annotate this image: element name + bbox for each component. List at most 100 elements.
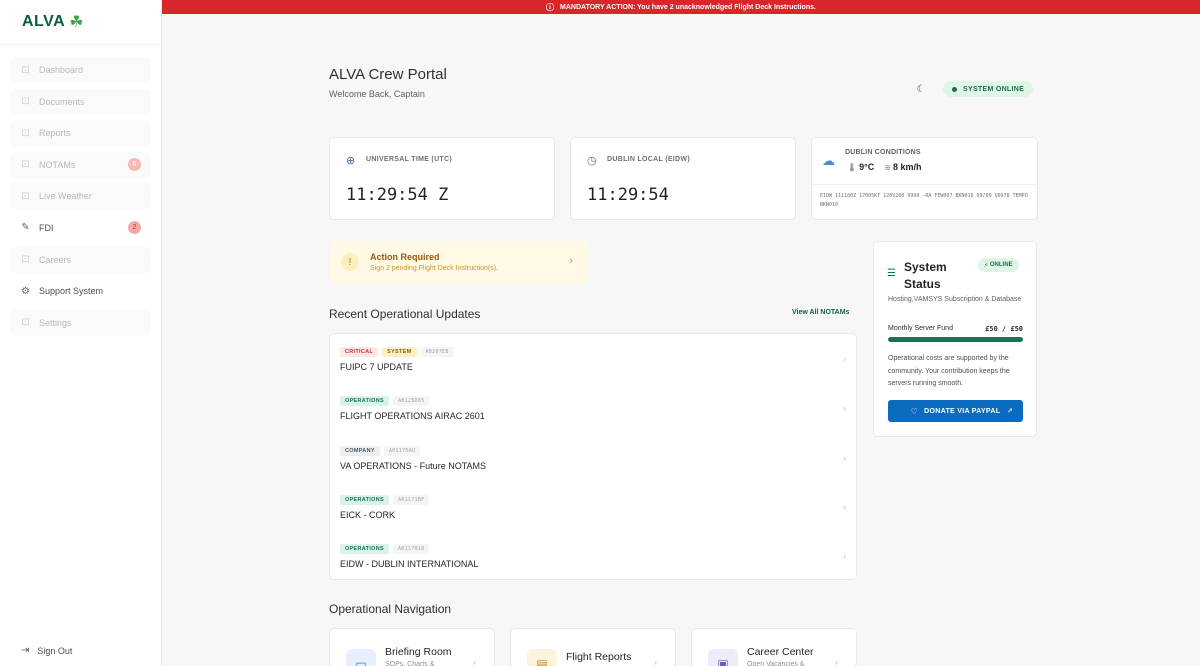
nav-card-subtitle: Open Vacancies & [747,661,805,666]
update-row[interactable]: OPERATIONS A01171BF EICK - CORK › [340,494,848,538]
chevron-right-icon: › [843,501,846,512]
mandatory-action-banner[interactable]: ⓘ MANDATORY ACTION: You have 2 unacknowl… [162,0,1200,14]
heart-icon: ♡ [910,406,919,416]
system-online-label: SYSTEM ONLINE [963,85,1025,93]
utc-clock-label: UNIVERSAL TIME (UTC) [366,156,452,163]
cloud-icon: ☁ [822,153,835,168]
system-status-card: ☰ System Status ⚡ ONLINE Hosting,VAMSYS … [873,241,1037,437]
lock-icon: ⊡ [21,96,30,108]
lock-icon: ⊡ [21,64,30,76]
banner-text: MANDATORY ACTION: You have 2 unacknowled… [560,3,816,11]
update-row[interactable]: COMPANY A01175AU VA OPERATIONS - Future NO… [340,445,848,489]
recent-updates-title: Recent Operational Updates [329,307,481,321]
page-subtitle: Welcome Back, Captain [329,89,425,99]
sidebar-item-label: Settings [39,317,72,328]
sidebar-item-label: Reports [39,128,71,139]
operations-tag: OPERATIONS [340,544,389,555]
update-title: EIDW - DUBLIN INTERNATIONAL [340,559,479,570]
notam-id: A0125D65 [392,396,430,407]
clover-icon: ☘ [69,14,84,31]
thermometer-icon: 🌡 [847,163,858,172]
gear-icon: ⚙ [21,285,30,297]
sidebar-item-notams[interactable]: ⊡ NOTAMs 6 [10,151,151,178]
brand-logo[interactable]: ALVA ☘ [0,0,161,45]
sidebar-item-support-system[interactable]: ⚙ Support System [10,278,151,305]
sidebar-item-settings[interactable]: ⊡ Settings [10,309,151,336]
update-row[interactable]: CRITICAL SYSTEM A0207EB FUIPC 7 UPDATE › [340,346,848,390]
conditions-values: 🌡 9°C ≋ 8 km/h [847,162,921,172]
sidebar-item-label: Support System [39,286,104,297]
chevron-right-icon: › [843,403,846,414]
server-fund-row: Monthly Server Fund £50 / £50 [888,325,1023,333]
update-tags: OPERATIONS A01171BF [340,494,848,506]
system-status-title: System Status [904,260,947,291]
action-required-card[interactable]: ! Action Required Sign 2 pending Flight … [330,241,587,284]
sidebar-item-label: Documents [39,96,85,107]
nav-card-subtitle: SOPs, Charts & [385,661,435,666]
status-online-pill: ⚡ ONLINE [978,258,1019,272]
globe-icon: ⊕ [346,155,356,167]
status-online-label: ONLINE [989,262,1013,268]
update-row[interactable]: OPERATIONS A0125D65 FLIGHT OPERATIONS AIRA… [340,395,848,439]
folder-icon: ▭ [346,649,376,666]
moon-icon: ☾ [916,83,926,95]
operations-tag: OPERATIONS [340,494,389,505]
server-fund-progress [888,337,1023,342]
chevron-right-icon: › [843,551,846,562]
server-fund-label: Monthly Server Fund [888,325,953,332]
wind-value: 8 km/h [892,162,922,172]
nav-card-briefing-room[interactable]: ▭ Briefing Room SOPs, Charts & › [329,628,495,666]
operational-navigation-title: Operational Navigation [329,602,452,616]
theme-toggle-button[interactable]: ☾ [911,79,931,99]
sidebar-item-documents[interactable]: ⊡ Documents [10,88,151,115]
utc-clock-card: ⊕ UNIVERSAL TIME (UTC) 11:29:54 Z [329,137,555,220]
chevron-right-icon: › [569,255,573,267]
status-dot [952,86,957,92]
action-required-title: Action Required [370,252,440,262]
update-tags: CRITICAL SYSTEM A0207EB [340,346,848,358]
chevron-right-icon: › [843,354,846,364]
notam-id: A0207EB [420,347,454,357]
lock-icon: ⊡ [21,254,30,266]
lock-icon: ⊡ [21,317,30,329]
briefcase-icon: ▣ [708,649,738,666]
sidebar-item-label: Dashboard [39,65,84,75]
sidebar-item-dashboard[interactable]: ⊡ Dashboard [10,57,151,83]
metar-text: EIDW 111100Z 17005KT 120V200 9999 -RA FE… [820,193,1028,208]
nav-card-career-center[interactable]: ▣ Career Center Open Vacancies & › [691,628,857,666]
view-all-notams-link[interactable]: View All NOTAMs [792,309,849,316]
nav-card-flight-reports[interactable]: ▤ Flight Reports › [510,628,676,666]
update-row[interactable]: OPERATIONS A0117018 EIDW - DUBLIN INTERNAT… [340,543,848,587]
server-fund-progress-fill [888,337,1023,342]
system-status-description: Hosting,VAMSYS Subscription & Database [888,296,1022,303]
external-link-icon: ↗ [1006,408,1013,415]
clock-icon: ◷ [587,155,597,167]
server-icon: ☰ [887,268,896,279]
dublin-conditions-card[interactable]: ☁ DUBLIN CONDITIONS 🌡 9°C ≋ 8 km/h EIDW 11… [811,137,1038,220]
update-title: FUIPC 7 UPDATE [340,362,413,372]
notam-id: A01175AU [383,445,421,456]
sidebar-item-fdi[interactable]: ✎ FDI 2 [10,214,151,241]
count-badge: 6 [128,157,141,171]
alert-circle-icon: ! [341,253,359,271]
action-required-text: Sign 2 pending Flight Deck Instruction(s… [370,265,499,272]
system-online-badge: SYSTEM ONLINE [943,81,1034,97]
utc-clock-time: 11:29:54 Z [346,185,449,205]
sign-out-button[interactable]: ⇥ Sign Out [21,645,72,656]
update-tags: COMPANY A01175AU [340,445,848,457]
sidebar-item-careers[interactable]: ⊡ Careers [10,246,151,273]
temperature-value: 9°C [859,162,875,172]
local-clock-time: 11:29:54 [587,185,669,205]
sidebar-item-reports[interactable]: ⊡ Reports [10,120,151,147]
system-tag: SYSTEM [382,347,417,357]
clipboard-icon: ▤ [527,649,557,666]
notam-id: A0117018 [392,544,430,555]
update-tags: OPERATIONS A0117018 [340,543,848,555]
chevron-right-icon: › [473,657,476,666]
sidebar-item-label: NOTAMs [39,159,76,170]
sidebar-item-live-weather[interactable]: ⊡ Live Weather [10,183,151,210]
donate-paypal-button[interactable]: ♡ DONATE VIA PAYPAL ↗ [888,400,1023,422]
sign-out-label: Sign Out [37,645,73,656]
update-title: EICK - CORK [340,509,396,520]
nav-card-title: Career Center [747,646,814,658]
